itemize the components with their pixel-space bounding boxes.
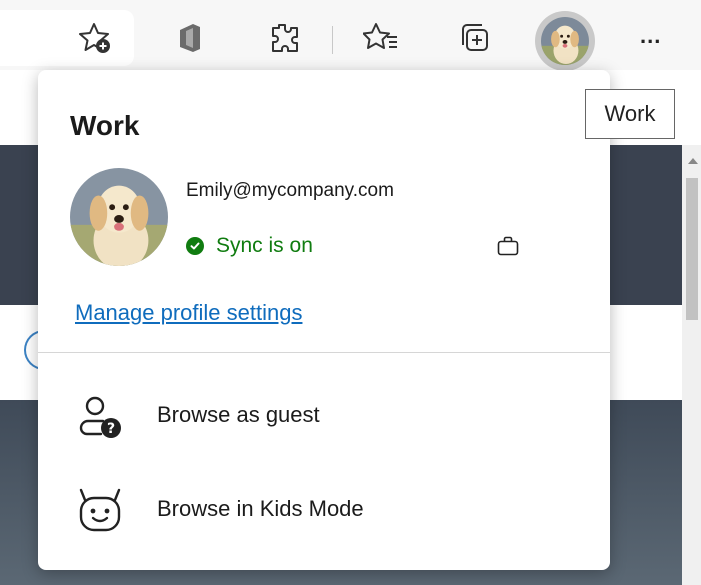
scroll-thumb[interactable]	[686, 178, 698, 320]
kids-mode-icon	[76, 486, 126, 536]
extensions-icon[interactable]	[266, 20, 302, 56]
flyout-divider	[38, 352, 610, 353]
browse-in-kids-mode-item[interactable]: Browse in Kids Mode	[38, 468, 610, 548]
browse-as-guest-item[interactable]: ? Browse as guest	[38, 374, 610, 454]
browse-in-kids-mode-label: Browse in Kids Mode	[157, 496, 364, 521]
toolbar-separator	[332, 26, 333, 54]
profile-flyout: Work Emily@mycompany.com Sync is on Mana…	[38, 70, 610, 570]
profile-email: Emily@mycompany.com	[186, 180, 394, 201]
profile-tooltip: Work	[585, 89, 675, 139]
profile-picture	[70, 168, 168, 266]
browser-toolbar: ...	[0, 0, 701, 71]
add-favorite-icon[interactable]	[78, 20, 114, 56]
sync-status-text: Sync is on	[216, 234, 313, 257]
office-icon[interactable]	[172, 20, 208, 56]
profile-avatar	[541, 17, 589, 65]
scroll-up-arrow-icon[interactable]	[688, 158, 698, 164]
briefcase-icon	[497, 236, 519, 261]
sync-check-icon	[186, 237, 204, 255]
manage-profile-settings-link[interactable]: Manage profile settings	[75, 300, 302, 326]
more-icon[interactable]: ...	[640, 25, 661, 47]
collections-icon[interactable]	[457, 20, 493, 56]
profile-name: Work	[70, 110, 140, 141]
svg-text:?: ?	[107, 421, 115, 437]
sync-status: Sync is on	[186, 234, 313, 258]
guest-icon: ?	[76, 392, 126, 442]
browse-as-guest-label: Browse as guest	[157, 402, 320, 427]
profile-avatar-button[interactable]	[535, 11, 595, 71]
favorites-icon[interactable]	[363, 20, 399, 56]
